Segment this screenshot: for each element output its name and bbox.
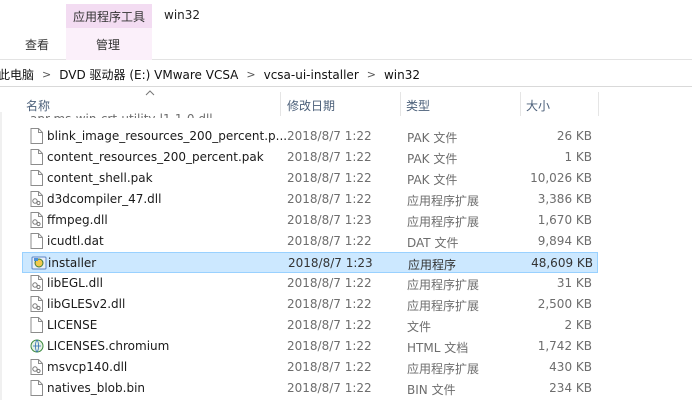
file-type: 应用程序扩展 <box>407 215 480 229</box>
file-modified-date: 2018/8/7 1:22 <box>287 297 372 311</box>
file-type: BIN 文件 <box>407 383 456 397</box>
file-icon <box>30 317 43 333</box>
breadcrumb-installer-folder[interactable]: vcsa-ui-installer <box>262 68 361 82</box>
file-size: 2 KB <box>564 318 592 332</box>
ribbon: 应用程序工具 win32 查看 管理 <box>0 0 692 60</box>
file-type: DAT 文件 <box>407 236 459 250</box>
file-name: libEGL.dll <box>47 276 103 290</box>
file-modified-date: 2018/8/7 1:22 <box>287 360 372 374</box>
file-size: 2,500 KB <box>537 297 592 311</box>
file-size: 9,894 KB <box>537 234 592 248</box>
file-size: 234 KB <box>549 381 592 395</box>
file-name: content_resources_200_percent.pak <box>47 150 264 164</box>
file-modified-date: 2018/8/7 1:22 <box>287 192 372 206</box>
dll-icon <box>30 191 43 207</box>
file-modified-date: 2018/8/7 1:23 <box>288 256 373 270</box>
chevron-right-icon[interactable]: > <box>36 68 57 81</box>
file-size: 3,386 KB <box>537 192 592 206</box>
file-type: PAK 文件 <box>407 131 458 145</box>
file-type: PAK 文件 <box>407 173 458 187</box>
file-icon <box>30 233 43 249</box>
file-size: 48,609 KB <box>531 256 593 270</box>
file-row[interactable]: msvcp140.dll 2018/8/7 1:22 应用程序扩展 430 KB <box>22 357 598 378</box>
file-modified-date: 2018/8/7 1:22 <box>287 318 372 332</box>
file-row[interactable]: libEGL.dll 2018/8/7 1:22 应用程序扩展 31 KB <box>22 273 598 294</box>
html-icon <box>30 338 44 354</box>
file-name: installer <box>48 256 97 270</box>
tab-view[interactable]: 查看 <box>12 36 62 53</box>
file-name: libGLESv2.dll <box>47 297 126 311</box>
file-modified-date: 2018/8/7 1:22 <box>287 171 372 185</box>
partial-row-clipped: apr-ms-win-crt-utility-l1-1-0.dll <box>30 112 213 118</box>
file-row[interactable]: ffmpeg.dll 2018/8/7 1:23 应用程序扩展 1,670 KB <box>22 210 598 231</box>
file-modified-date: 2018/8/7 1:23 <box>287 213 372 227</box>
file-type: HTML 文档 <box>407 341 469 355</box>
file-icon <box>30 128 43 144</box>
file-name: d3dcompiler_47.dll <box>47 192 162 206</box>
file-row[interactable]: content_resources_200_percent.pak 2018/8/… <box>22 147 598 168</box>
file-name: msvcp140.dll <box>47 360 128 374</box>
file-row[interactable]: LICENSE 2018/8/7 1:22 文件 2 KB <box>22 315 598 336</box>
file-type: 应用程序扩展 <box>407 299 480 313</box>
dll-icon <box>30 296 43 312</box>
file-name: blink_image_resources_200_percent.p... <box>47 129 288 143</box>
file-type: 应用程序扩展 <box>407 194 480 208</box>
file-modified-date: 2018/8/7 1:22 <box>287 129 372 143</box>
file-type: 应用程序扩展 <box>407 278 480 292</box>
address-bar[interactable]: 此电脑 > DVD 驱动器 (E:) VMware VCSA > vcsa-ui… <box>0 60 692 87</box>
file-row[interactable]: libGLESv2.dll 2018/8/7 1:22 应用程序扩展 2,500 KB <box>22 294 598 315</box>
file-name: ffmpeg.dll <box>47 213 108 227</box>
breadcrumb-this-pc[interactable]: 此电脑 <box>0 66 36 83</box>
file-size: 26 KB <box>556 129 592 143</box>
file-row[interactable]: icudtl.dat 2018/8/7 1:22 DAT 文件 9,894 KB <box>22 231 598 252</box>
chevron-right-icon[interactable]: > <box>361 68 382 81</box>
file-name: LICENSES.chromium <box>47 339 170 353</box>
dll-icon <box>30 275 43 291</box>
file-name: content_shell.pak <box>47 171 153 185</box>
file-type: 应用程序扩展 <box>407 362 480 376</box>
file-row[interactable]: natives_blob.bin 2018/8/7 1:22 BIN 文件 234 K… <box>22 378 598 399</box>
file-name: natives_blob.bin <box>47 381 146 395</box>
file-icon <box>30 170 43 186</box>
scrollbar[interactable] <box>0 112 2 400</box>
file-size: 1,742 KB <box>537 339 592 353</box>
file-row[interactable]: blink_image_resources_200_percent.p... 20… <box>22 126 598 147</box>
file-size: 10,026 KB <box>530 171 592 185</box>
dll-icon <box>30 212 43 228</box>
file-type: PAK 文件 <box>407 152 458 166</box>
file-name: icudtl.dat <box>47 234 104 248</box>
context-tab-header[interactable]: 应用程序工具 <box>66 4 152 28</box>
file-type: 应用程序 <box>408 258 457 272</box>
breadcrumb: 此电脑 > DVD 驱动器 (E:) VMware VCSA > vcsa-ui… <box>0 66 422 83</box>
file-modified-date: 2018/8/7 1:22 <box>287 339 372 353</box>
file-modified-date: 2018/8/7 1:22 <box>287 276 372 290</box>
file-icon <box>30 380 43 396</box>
file-size: 430 KB <box>549 360 592 374</box>
file-type: 文件 <box>407 320 432 334</box>
tab-manage[interactable]: 管理 <box>80 36 136 53</box>
file-icon <box>30 149 43 165</box>
file-modified-date: 2018/8/7 1:22 <box>287 381 372 395</box>
file-size: 31 KB <box>556 276 592 290</box>
window-title: win32 <box>164 8 201 22</box>
file-row[interactable]: content_shell.pak 2018/8/7 1:22 PAK 文件 10,0… <box>22 168 598 189</box>
app-icon <box>31 255 47 271</box>
file-size: 1,670 KB <box>537 213 592 227</box>
file-modified-date: 2018/8/7 1:22 <box>287 234 372 248</box>
file-row[interactable]: d3dcompiler_47.dll 2018/8/7 1:22 应用程序扩展 3,3… <box>22 189 598 210</box>
file-list[interactable]: apr-ms-win-crt-utility-l1-1-0.dll blink_… <box>0 112 692 400</box>
breadcrumb-win32[interactable]: win32 <box>382 68 422 82</box>
file-size: 1 KB <box>564 150 592 164</box>
file-row-selected[interactable]: installer 2018/8/7 1:23 应用程序 48,609 KB <box>22 252 598 273</box>
chevron-right-icon[interactable]: > <box>240 68 261 81</box>
breadcrumb-dvd-drive[interactable]: DVD 驱动器 (E:) VMware VCSA <box>57 66 240 83</box>
file-modified-date: 2018/8/7 1:22 <box>287 150 372 164</box>
file-row[interactable]: LICENSES.chromium 2018/8/7 1:22 HTML 文档 1,7… <box>22 336 598 357</box>
dll-icon <box>30 359 43 375</box>
file-name: LICENSE <box>47 318 98 332</box>
